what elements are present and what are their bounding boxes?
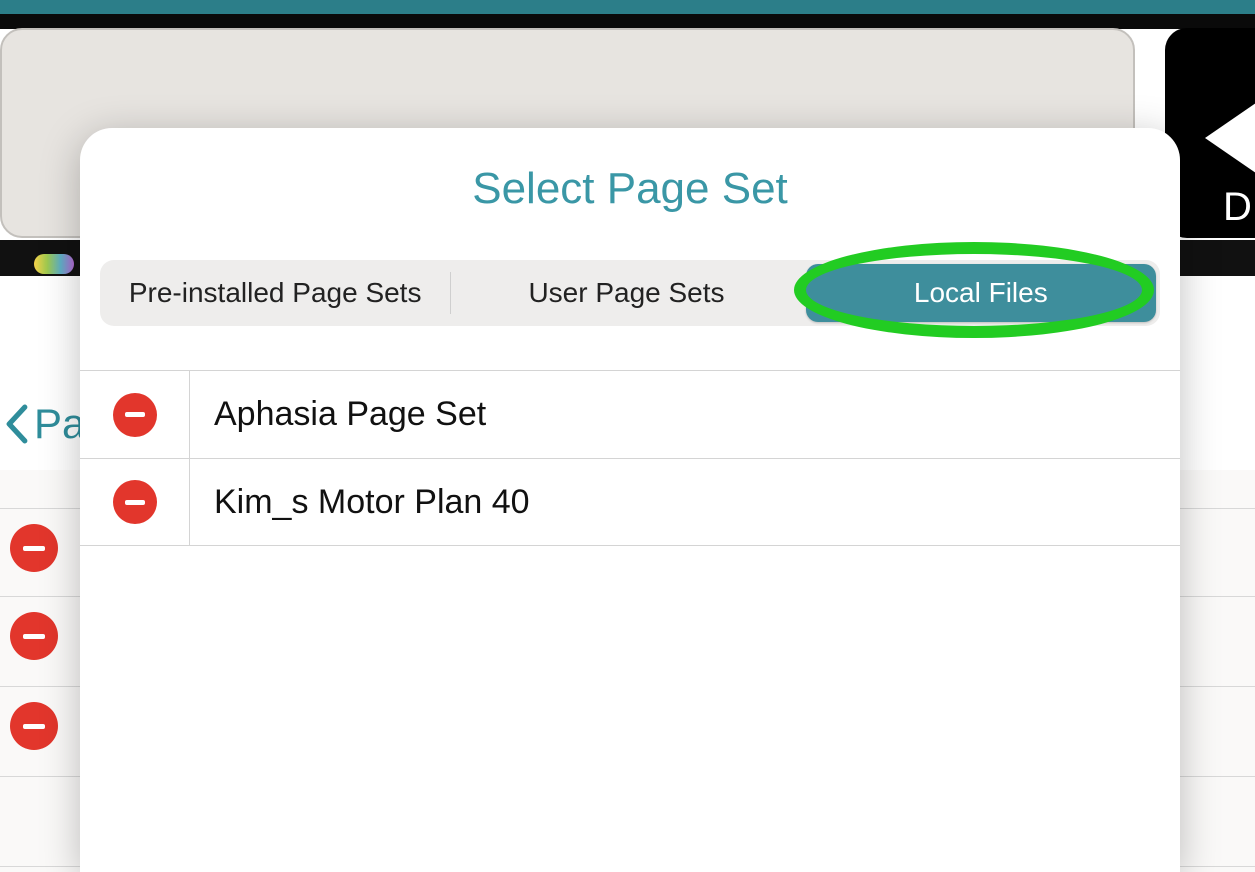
list-item[interactable]: Aphasia Page Set	[80, 370, 1180, 458]
background-card-letter: D	[1223, 185, 1252, 230]
background-delete-dot-1[interactable]	[10, 524, 58, 572]
background-delete-dot-2[interactable]	[10, 612, 58, 660]
back-arrow-shape	[1205, 83, 1255, 193]
minus-icon	[125, 412, 145, 417]
delete-cell	[80, 371, 190, 458]
select-page-set-modal: Select Page Set Pre-installed Page Sets …	[80, 128, 1180, 872]
modal-title: Select Page Set	[80, 164, 1180, 214]
tab-pre-installed[interactable]: Pre-installed Page Sets	[100, 260, 450, 326]
minus-icon	[23, 546, 45, 551]
tab-user-page-sets[interactable]: User Page Sets	[451, 260, 801, 326]
tab-label: Pre-installed Page Sets	[129, 277, 422, 309]
tab-label: Local Files	[914, 277, 1048, 309]
local-files-list: Aphasia Page Set Kim_s Motor Plan 40	[80, 370, 1180, 546]
delete-cell	[80, 459, 190, 545]
list-item[interactable]: Kim_s Motor Plan 40	[80, 458, 1180, 546]
page-set-source-tabs: Pre-installed Page Sets User Page Sets L…	[100, 260, 1160, 326]
delete-button[interactable]	[113, 393, 157, 437]
minus-icon	[125, 500, 145, 505]
background-color-strip	[34, 254, 74, 274]
delete-button[interactable]	[113, 480, 157, 524]
background-delete-dot-3[interactable]	[10, 702, 58, 750]
title-bar-shadow	[0, 14, 1255, 29]
minus-icon	[23, 634, 45, 639]
file-name: Kim_s Motor Plan 40	[190, 459, 1180, 545]
tab-local-files[interactable]: Local Files	[806, 264, 1156, 322]
chevron-left-icon	[4, 404, 30, 444]
minus-icon	[23, 724, 45, 729]
title-bar-strip	[0, 0, 1255, 14]
file-name: Aphasia Page Set	[190, 371, 1180, 458]
tab-label: User Page Sets	[528, 277, 724, 309]
